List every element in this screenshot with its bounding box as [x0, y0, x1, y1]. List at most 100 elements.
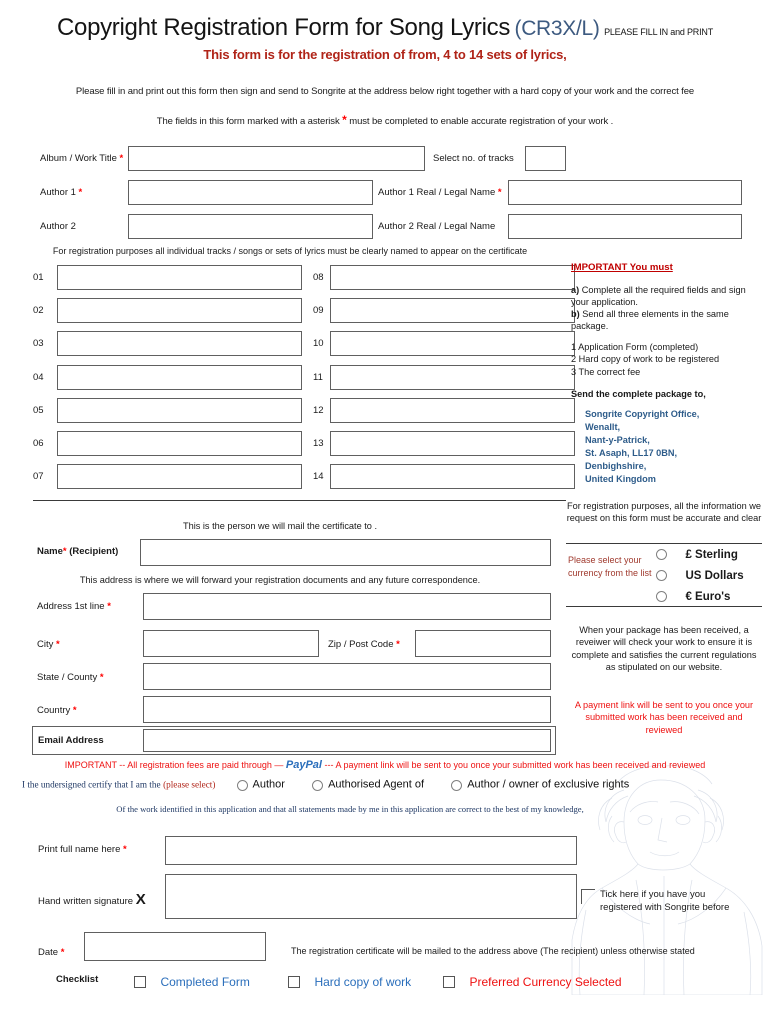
- important-item-a-text: Complete all the required fields and sig…: [571, 284, 746, 307]
- author1-legal-input[interactable]: [508, 180, 742, 205]
- track-title-input[interactable]: [330, 431, 575, 456]
- review-note: When your package has been received, a r…: [571, 625, 757, 673]
- radio-icon[interactable]: [236, 779, 248, 791]
- important-elements-list: 1 Application Form (completed) 2 Hard co…: [571, 341, 757, 377]
- radio-icon[interactable]: [312, 779, 324, 791]
- checklist-item-currency[interactable]: Preferred Currency Selected: [443, 973, 622, 991]
- paypal-notice-after: --- A payment link will be sent to you o…: [324, 760, 706, 770]
- state-county-label: State / County *: [37, 672, 104, 683]
- radio-icon[interactable]: [656, 591, 667, 603]
- track-number-label: 06: [33, 438, 44, 449]
- form-subtitle: This form is for the registration of fro…: [203, 47, 567, 62]
- author1-input[interactable]: [128, 180, 373, 205]
- checklist-item-label: Preferred Currency Selected: [469, 974, 622, 989]
- checklist-item-completed-form[interactable]: Completed Form: [134, 973, 250, 991]
- checkbox-icon[interactable]: [288, 975, 300, 988]
- track-title-input[interactable]: [57, 265, 302, 290]
- track-number-label: 01: [33, 272, 44, 283]
- author2-legal-input[interactable]: [508, 214, 742, 239]
- author2-label: Author 2: [40, 221, 76, 232]
- radio-icon[interactable]: [656, 570, 667, 582]
- print-name-input[interactable]: [165, 836, 577, 865]
- track-number-label: 14: [313, 471, 324, 483]
- title-main: Copyright Registration Form for Song Lyr…: [56, 14, 511, 41]
- currency-option-label: € Euro's: [685, 590, 731, 603]
- address-line: Wenallt,: [585, 421, 621, 432]
- city-input[interactable]: [143, 630, 319, 657]
- certificate-mail-note: This is the person we will mail the cert…: [182, 521, 378, 531]
- important-item-b-text: Send all three elements in the same pack…: [571, 308, 729, 332]
- address-line: United Kingdom: [585, 474, 656, 485]
- author2-legal-label: Author 2 Real / Legal Name: [378, 221, 496, 232]
- track-title-input[interactable]: [57, 298, 302, 324]
- of-the-work-statement: Of the work identified in this applicati…: [116, 804, 584, 814]
- track-number-label: 08: [313, 272, 324, 283]
- zip-input[interactable]: [415, 630, 551, 657]
- important-element: 1 Application Form (completed): [571, 342, 699, 353]
- track-title-input[interactable]: [57, 331, 302, 357]
- important-sidebar: IMPORTANT You must a) Complete all the r…: [571, 262, 757, 486]
- city-label: City *: [37, 639, 60, 650]
- track-number-label: 04: [33, 371, 44, 383]
- email-input[interactable]: [143, 729, 551, 752]
- track-title-input[interactable]: [330, 298, 575, 324]
- track-title-input[interactable]: [330, 265, 575, 290]
- date-input[interactable]: [84, 932, 266, 961]
- declaration-option-label: Authorised Agent of: [328, 779, 425, 791]
- state-county-input[interactable]: [143, 663, 551, 690]
- track-title-input[interactable]: [57, 464, 302, 490]
- country-input[interactable]: [143, 696, 551, 723]
- currency-selector: Please select your currency from the lis…: [566, 543, 762, 607]
- paypal-logo-text: PayPal: [285, 759, 322, 771]
- checklist-item-hard-copy[interactable]: Hard copy of work: [288, 973, 411, 991]
- checkbox-icon[interactable]: [443, 975, 455, 988]
- declaration-option-owner[interactable]: Author / owner of exclusive rights: [451, 779, 629, 791]
- track-number-label: 07: [33, 471, 44, 483]
- title-form-code: (CR3X/L): [514, 17, 600, 40]
- radio-icon[interactable]: [656, 549, 667, 561]
- paypal-notice-before: IMPORTANT -- All registration fees are p…: [64, 760, 284, 770]
- declaration-option-author[interactable]: Author: [236, 779, 288, 791]
- album-title-input[interactable]: [128, 146, 425, 171]
- important-item-a: a) Complete all the required fields and …: [571, 284, 757, 308]
- address-line: Nant-y-Patrick,: [585, 434, 650, 445]
- track-title-input[interactable]: [57, 431, 302, 456]
- currency-option-label: US Dollars: [685, 569, 744, 582]
- important-item-a-marker: a): [571, 284, 580, 295]
- track-title-input[interactable]: [57, 364, 302, 390]
- signature-input[interactable]: [165, 874, 577, 919]
- returning-customer-checkbox[interactable]: [581, 889, 595, 904]
- paypal-notice: IMPORTANT -- All registration fees are p…: [0, 759, 770, 771]
- currency-caption: Please select your currency from the lis…: [568, 555, 652, 578]
- track-title-input[interactable]: [330, 364, 575, 390]
- recipient-name-label: Name* (Recipient): [37, 546, 119, 557]
- form-page: Copyright Registration Form for Song Lyr…: [0, 0, 770, 1024]
- radio-icon[interactable]: [451, 779, 463, 791]
- forward-address-note: This address is where we will forward yo…: [79, 575, 481, 585]
- checkbox-icon[interactable]: [134, 975, 146, 988]
- currency-option-usd[interactable]: US Dollars: [656, 567, 744, 588]
- currency-option-sterling[interactable]: £ Sterling: [656, 546, 738, 567]
- recipient-name-input[interactable]: [140, 539, 551, 566]
- address-line1-input[interactable]: [143, 593, 551, 620]
- tracks-count-input[interactable]: [525, 146, 566, 171]
- declaration-option-agent[interactable]: Authorised Agent of: [312, 779, 427, 791]
- address-line: Songrite Copyright Office,: [585, 408, 700, 419]
- print-name-label: Print full name here *: [38, 844, 127, 855]
- track-title-input[interactable]: [57, 397, 302, 423]
- currency-option-euro[interactable]: € Euro's: [656, 588, 730, 609]
- author2-input[interactable]: [128, 214, 373, 239]
- track-title-input[interactable]: [330, 397, 575, 423]
- signature-label: Hand written signature X: [38, 891, 146, 908]
- office-address: Songrite Copyright Office, Wenallt, Nant…: [585, 408, 757, 486]
- asterisk-icon: *: [342, 113, 347, 127]
- important-item-b-marker: b): [571, 308, 580, 319]
- important-heading: IMPORTANT You must: [571, 262, 673, 273]
- important-element: 3 The correct fee: [571, 366, 641, 377]
- track-title-input[interactable]: [330, 331, 575, 357]
- section-divider: [33, 500, 566, 501]
- track-number-label: 05: [33, 404, 44, 416]
- track-title-input[interactable]: [330, 464, 575, 490]
- intro-line-2-after: must be completed to enable accurate reg…: [349, 116, 614, 127]
- page-title: Copyright Registration Form for Song Lyr…: [0, 14, 770, 42]
